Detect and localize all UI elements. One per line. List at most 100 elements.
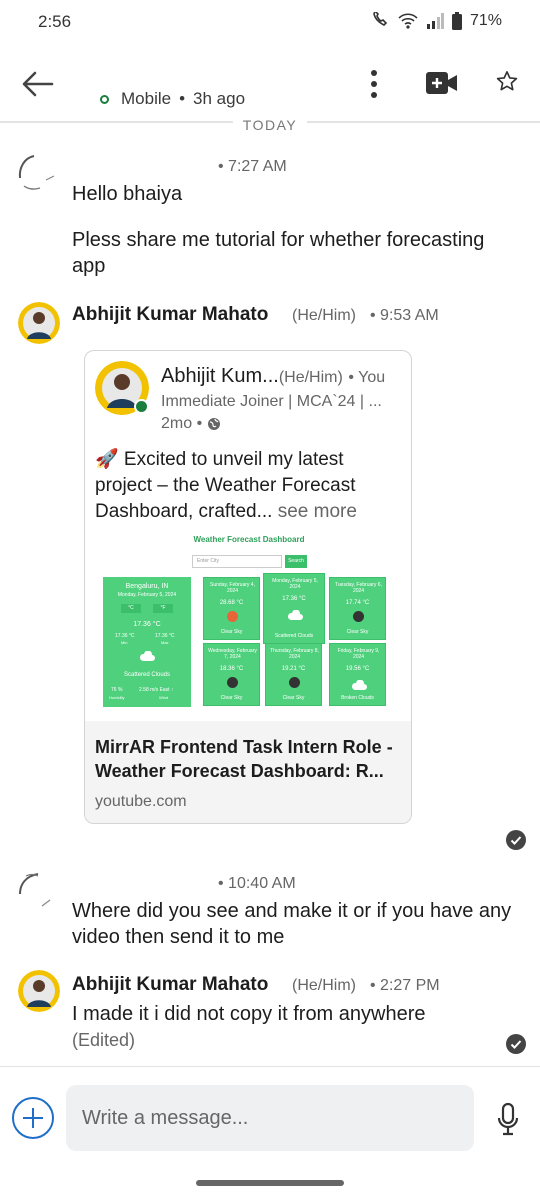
sender-name[interactable]: Abhijit Kumar Mahato <box>72 974 268 996</box>
video-call-button[interactable] <box>426 72 458 99</box>
see-more-link[interactable]: see more <box>278 501 357 522</box>
preview-search-field: Enter City <box>192 555 282 568</box>
avatar[interactable] <box>16 868 60 912</box>
wifi-call-icon <box>373 12 388 26</box>
post-preview-image[interactable]: Weather Forecast Dashboard Enter City Se… <box>85 529 411 721</box>
forecast-condition: Clear Sky <box>346 629 369 635</box>
cloud-icon <box>352 680 367 690</box>
message-input[interactable]: Write a message... <box>66 1085 474 1151</box>
sender-pronouns: (He/Him) <box>292 307 356 324</box>
battery-percent: 71% <box>469 12 502 29</box>
read-receipt-icon <box>506 830 526 850</box>
post-author-headline: Immediate Joiner | MCA`24 | ... <box>161 393 382 410</box>
avatar[interactable] <box>18 970 60 1012</box>
globe-icon <box>208 418 221 430</box>
sender-name[interactable]: Abhijit Kumar Mahato <box>72 304 268 326</box>
forecast-tile: Tuesday, February 6, 2024 17.74 °C Clear… <box>329 577 386 640</box>
preview-location: Bengaluru, IN <box>125 583 169 590</box>
status-time: 2:56 <box>38 12 72 31</box>
sun-icon <box>227 611 238 622</box>
forecast-condition: Clear Sky <box>220 629 243 635</box>
back-arrow-icon <box>22 71 54 97</box>
home-indicator[interactable] <box>196 1180 344 1186</box>
link-title[interactable]: MirrAR Frontend Task Intern Role - Weath… <box>95 735 405 783</box>
microphone-icon <box>497 1102 519 1136</box>
star-button[interactable] <box>496 70 518 97</box>
unit-f-button: °F <box>153 604 173 613</box>
preview-max: 17.36 °C <box>155 633 175 639</box>
more-vert-icon <box>371 70 377 98</box>
star-icon <box>496 71 518 91</box>
edited-label: (Edited) <box>72 1030 136 1050</box>
avatar[interactable] <box>18 302 60 344</box>
moon-icon <box>289 677 300 688</box>
preview-search-button: Search <box>285 555 307 568</box>
forecast-date: Friday, February 9, 2024 <box>337 648 380 660</box>
post-author-name[interactable]: Abhijit Kum... <box>161 365 279 387</box>
forecast-condition: Broken Clouds <box>341 695 374 701</box>
forecast-tile: Sunday, February 4, 2024 28.68 °C Clear … <box>203 577 260 640</box>
avatar[interactable] <box>16 150 60 194</box>
preview-humidity-label: Humidity <box>109 695 125 700</box>
moon-icon <box>353 611 364 622</box>
message-text: Where did you see and make it or if you … <box>72 900 512 948</box>
forecast-date: Monday, February 5, 2024 <box>272 578 318 590</box>
forecast-condition: Clear Sky <box>282 695 305 701</box>
cloud-icon <box>140 651 155 661</box>
post-author: Abhijit Kum...(He/Him) • You <box>161 365 385 388</box>
message-text: Hello bhaiya <box>72 183 183 205</box>
online-indicator <box>134 399 149 414</box>
moon-icon <box>227 677 238 688</box>
link-domain: youtube.com <box>95 793 187 810</box>
status-bar: 2:56 71% <box>0 0 540 46</box>
post-author-pronouns: (He/Him) <box>278 369 343 386</box>
forecast-temp: 17.74 °C <box>345 600 370 606</box>
presence-separator: • <box>179 89 186 108</box>
attach-plus-button[interactable] <box>12 1097 54 1139</box>
status-icons: 71% <box>370 12 502 30</box>
unit-c-button: °C <box>121 604 141 613</box>
presence-label: Mobile <box>121 89 172 108</box>
forecast-temp: 28.68 °C <box>219 600 244 606</box>
signal-icon <box>426 13 444 29</box>
message-text: Pless share me tutorial for whether fore… <box>72 229 485 277</box>
message-timestamp: • 7:27 AM <box>218 158 287 175</box>
date-divider-label: TODAY <box>232 117 308 133</box>
video-call-icon <box>426 72 457 94</box>
forecast-tile: Monday, February 5, 2024 17.36 °C Scatte… <box>263 573 325 644</box>
forecast-temp: 19.21 °C <box>281 666 306 672</box>
post-age: 2mo • <box>161 415 221 433</box>
preview-temp: 17.36 °C <box>133 621 161 628</box>
wifi-icon <box>398 13 418 29</box>
message-timestamp: • 2:27 PM <box>370 977 440 994</box>
message-text: I made it i did not copy it from anywher… <box>72 1003 426 1025</box>
forecast-date: Thursday, February 8, 2024 <box>270 648 319 660</box>
voice-message-button[interactable] <box>496 1102 520 1136</box>
forecast-tile: Wednesday, February 7, 2024 18.36 °C Cle… <box>203 643 260 706</box>
shared-post-card[interactable]: Abhijit Kum...(He/Him) • You Immediate J… <box>84 350 412 824</box>
back-button[interactable] <box>20 66 56 102</box>
date-divider: TODAY <box>0 117 540 133</box>
preview-current-weather: Bengaluru, IN Monday, February 5, 2024 °… <box>103 577 191 707</box>
post-text: 🚀 Excited to unveil my latest project – … <box>95 447 405 525</box>
preview-max-label: Max <box>161 640 169 645</box>
preview-min-label: Min <box>121 640 128 645</box>
forecast-temp: 19.56 °C <box>345 666 370 672</box>
message-timestamp: • 9:53 AM <box>370 307 439 324</box>
forecast-temp: 18.36 °C <box>219 666 244 672</box>
forecast-condition: Scattered Clouds <box>274 633 314 639</box>
more-options-button[interactable] <box>366 68 382 105</box>
preview-min: 17.36 °C <box>115 633 135 639</box>
forecast-condition: Clear Sky <box>220 695 243 701</box>
online-dot <box>100 94 109 104</box>
forecast-tile: Thursday, February 8, 2024 19.21 °C Clea… <box>265 643 322 706</box>
presence-status: Mobile • 3h ago <box>100 89 245 109</box>
preview-humidity: 76 % <box>111 687 123 693</box>
preview-title: Weather Forecast Dashboard <box>193 535 305 544</box>
forecast-date: Tuesday, February 6, 2024 <box>335 582 382 594</box>
battery-icon <box>451 12 462 30</box>
last-seen: 3h ago <box>193 89 246 108</box>
forecast-date: Wednesday, February 7, 2024 <box>208 648 257 660</box>
preview-wind: 2.58 m/s East ↑ <box>139 687 174 693</box>
preview-date: Monday, February 5, 2024 <box>117 592 177 598</box>
